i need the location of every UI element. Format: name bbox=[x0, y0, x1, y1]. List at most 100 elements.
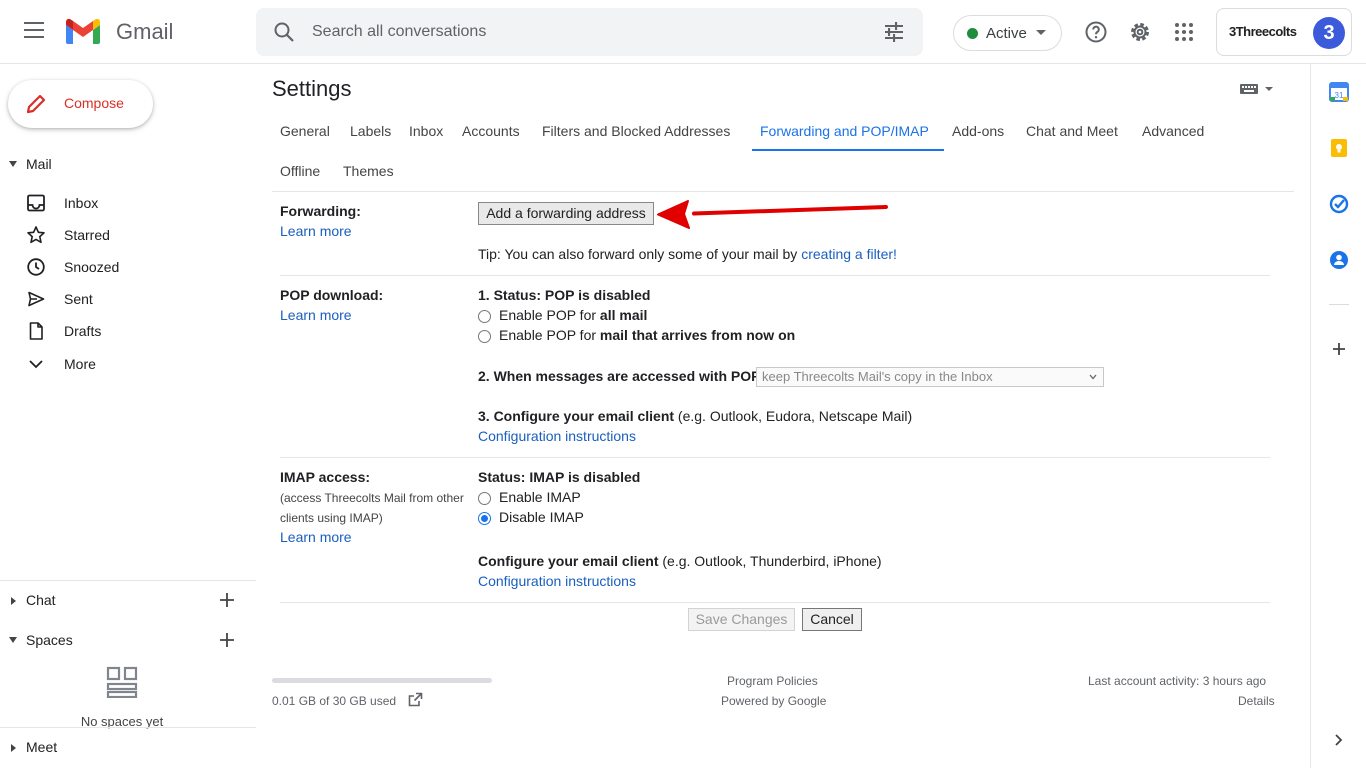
account-switcher[interactable]: 3Threecolts 3 bbox=[1216, 8, 1352, 56]
tab-forwarding-pop-imap[interactable]: Forwarding and POP/IMAP bbox=[760, 123, 929, 139]
chevron-down-icon bbox=[1089, 374, 1097, 380]
pop-from-now-radio[interactable] bbox=[478, 330, 491, 343]
forwarding-label: Forwarding: bbox=[280, 203, 361, 219]
section-divider bbox=[280, 602, 1270, 603]
search-input[interactable] bbox=[312, 20, 852, 44]
imap-configure-text: Configure your email client (e.g. Outloo… bbox=[478, 553, 882, 569]
disable-imap-label: Disable IMAP bbox=[499, 509, 584, 525]
chevron-right-icon[interactable] bbox=[1329, 730, 1349, 750]
tab-chat-and-meet[interactable]: Chat and Meet bbox=[1026, 123, 1118, 139]
sidebar-item-inbox[interactable]: Inbox bbox=[0, 187, 256, 219]
pop-access-label: 2. When messages are accessed with POP bbox=[478, 368, 761, 384]
create-filter-link[interactable]: creating a filter! bbox=[801, 246, 897, 262]
disable-imap-radio[interactable] bbox=[478, 512, 491, 525]
forwarding-learn-more-link[interactable]: Learn more bbox=[280, 223, 352, 239]
pop-option-prefix: Enable POP for bbox=[499, 327, 600, 343]
last-account-activity: Last account activity: 3 hours ago bbox=[1088, 674, 1267, 688]
sidebar-item-sent[interactable]: Sent bbox=[0, 283, 256, 315]
tab-accounts[interactable]: Accounts bbox=[462, 123, 520, 139]
svg-text:31: 31 bbox=[1335, 91, 1344, 100]
tab-advanced[interactable]: Advanced bbox=[1142, 123, 1204, 139]
mail-section-header[interactable]: Mail bbox=[0, 155, 256, 175]
compose-button[interactable]: Compose bbox=[8, 80, 153, 128]
expand-triangle-icon[interactable] bbox=[11, 744, 16, 752]
activity-details-link[interactable]: Details bbox=[1238, 694, 1275, 708]
page-title: Settings bbox=[272, 76, 352, 101]
active-tab-indicator bbox=[752, 149, 944, 151]
status-dropdown[interactable]: Active bbox=[953, 15, 1062, 51]
pop-all-mail-radio[interactable] bbox=[478, 310, 491, 323]
imap-description-1: (access Threecolts Mail from other bbox=[280, 491, 464, 505]
sidebar-divider bbox=[0, 727, 256, 728]
sidebar-item-more[interactable]: More bbox=[0, 348, 256, 380]
star-icon bbox=[27, 226, 45, 244]
search-options-icon[interactable] bbox=[882, 20, 906, 44]
calendar-icon[interactable]: 31 bbox=[1329, 82, 1349, 102]
tab-offline[interactable]: Offline bbox=[280, 163, 320, 179]
pop-download-label: POP download: bbox=[280, 287, 384, 303]
pop-learn-more-link[interactable]: Learn more bbox=[280, 307, 352, 323]
input-tools-icon[interactable] bbox=[1240, 82, 1276, 96]
compose-label: Compose bbox=[64, 95, 124, 111]
help-icon[interactable] bbox=[1084, 20, 1108, 44]
enable-imap-radio[interactable] bbox=[478, 492, 491, 505]
apps-grid-icon[interactable] bbox=[1172, 20, 1196, 44]
spaces-section-header[interactable]: Spaces bbox=[0, 631, 256, 651]
sidebar-item-label: Inbox bbox=[64, 195, 99, 211]
save-changes-button[interactable]: Save Changes bbox=[688, 608, 795, 631]
expand-triangle-icon[interactable] bbox=[11, 597, 16, 605]
avatar[interactable]: 3 bbox=[1313, 17, 1345, 49]
gear-icon[interactable] bbox=[1128, 20, 1152, 44]
tab-labels[interactable]: Labels bbox=[350, 123, 391, 139]
sidebar-item-drafts[interactable]: Drafts bbox=[0, 315, 256, 347]
tab-inbox[interactable]: Inbox bbox=[409, 123, 443, 139]
add-chat-icon[interactable] bbox=[218, 591, 236, 609]
open-external-icon[interactable] bbox=[408, 692, 423, 707]
tab-filters[interactable]: Filters and Blocked Addresses bbox=[542, 123, 730, 139]
tab-themes[interactable]: Themes bbox=[343, 163, 394, 179]
meet-section-label: Meet bbox=[26, 739, 58, 755]
caret-down-icon bbox=[1036, 30, 1046, 35]
mail-section-label: Mail bbox=[26, 156, 52, 172]
cancel-button[interactable]: Cancel bbox=[802, 608, 862, 631]
get-add-ons-plus-icon[interactable] bbox=[1329, 339, 1349, 359]
section-divider bbox=[280, 275, 1270, 276]
search-icon[interactable] bbox=[272, 20, 296, 44]
keep-icon[interactable] bbox=[1329, 138, 1349, 158]
chevron-down-icon bbox=[29, 360, 43, 369]
tasks-icon[interactable] bbox=[1329, 194, 1349, 214]
pop-option-bold: mail that arrives from now on bbox=[599, 327, 796, 343]
imap-description-2: clients using IMAP) bbox=[280, 511, 383, 525]
sidebar-item-label: Sent bbox=[64, 291, 93, 307]
program-policies-link[interactable]: Program Policies bbox=[727, 674, 818, 688]
status-label: Active bbox=[986, 25, 1027, 42]
pop-configure-bold: 3. Configure your email client bbox=[478, 408, 675, 424]
search-bar[interactable] bbox=[256, 8, 923, 56]
gmail-logo-icon[interactable] bbox=[64, 16, 102, 46]
add-forwarding-address-button[interactable]: Add a forwarding address bbox=[478, 202, 654, 225]
top-bar: Gmail Active 3Threecolts 3 bbox=[0, 0, 1366, 64]
imap-learn-more-link[interactable]: Learn more bbox=[280, 529, 352, 545]
tab-add-ons[interactable]: Add-ons bbox=[952, 123, 1004, 139]
collapse-triangle-icon[interactable] bbox=[9, 161, 17, 167]
collapse-triangle-icon[interactable] bbox=[9, 637, 17, 643]
pop-action-select[interactable]: keep Threecolts Mail's copy in the Inbox bbox=[756, 367, 1104, 387]
imap-configuration-instructions-link[interactable]: Configuration instructions bbox=[478, 573, 636, 589]
main-menu-icon[interactable] bbox=[24, 22, 46, 42]
chat-section-label: Chat bbox=[26, 592, 56, 608]
meet-section-header[interactable]: Meet bbox=[0, 738, 256, 758]
send-icon bbox=[28, 291, 45, 307]
tab-general[interactable]: General bbox=[280, 123, 330, 139]
chat-section-header[interactable]: Chat bbox=[0, 591, 256, 611]
sidebar-item-label: Snoozed bbox=[64, 259, 120, 275]
pop-configuration-instructions-link[interactable]: Configuration instructions bbox=[478, 428, 636, 444]
sidebar-item-starred[interactable]: Starred bbox=[0, 219, 256, 251]
pencil-icon bbox=[26, 94, 46, 114]
storage-text: 0.01 GB of 30 GB used bbox=[272, 694, 397, 708]
pop-all-mail-label: Enable POP for all mail bbox=[499, 307, 647, 323]
contacts-icon[interactable] bbox=[1329, 250, 1349, 270]
add-space-icon[interactable] bbox=[218, 631, 236, 649]
sidebar-item-snoozed[interactable]: Snoozed bbox=[0, 251, 256, 283]
pop-status: 1. Status: POP is disabled bbox=[478, 287, 651, 303]
imap-configure-bold: Configure your email client bbox=[478, 553, 659, 569]
